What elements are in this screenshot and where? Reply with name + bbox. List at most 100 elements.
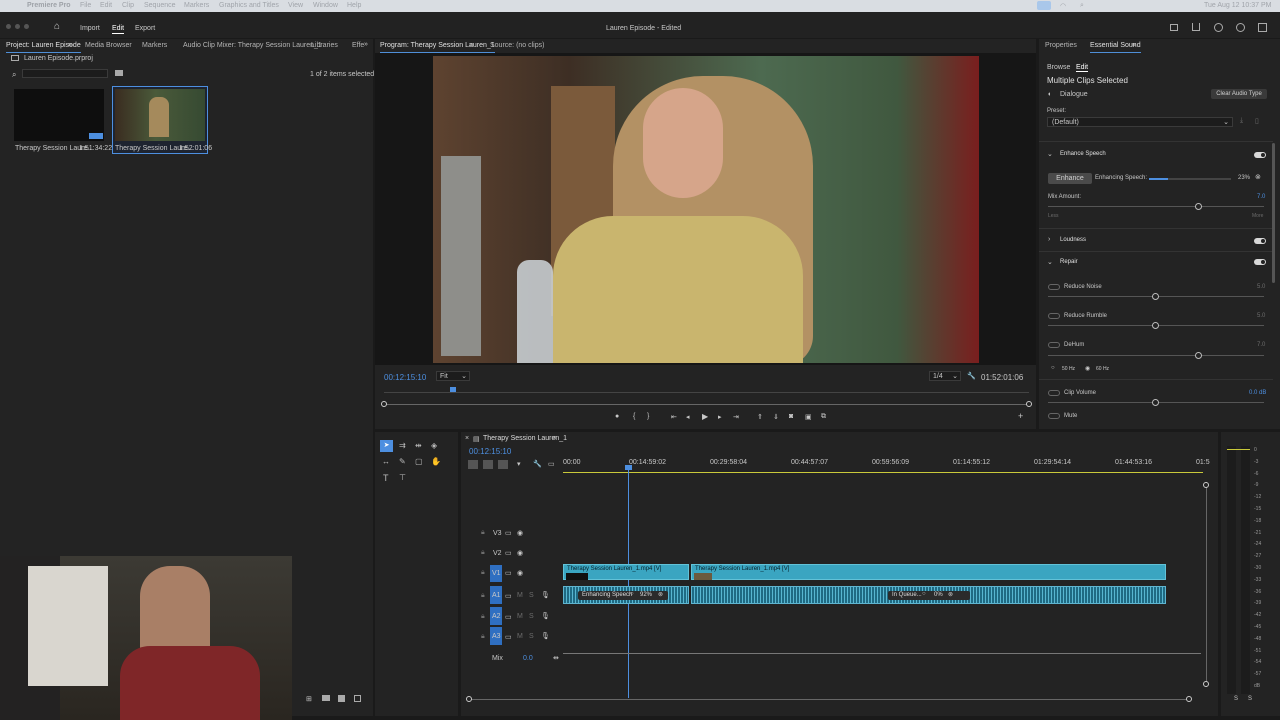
zoom-select[interactable]: Fit ⌄	[436, 371, 470, 381]
mic-icon[interactable]: 🎙︎	[541, 612, 550, 620]
scroll-handle-right[interactable]	[1026, 401, 1032, 407]
sync-lock-icon[interactable]: ▭	[505, 633, 512, 641]
rectangle-tool-icon[interactable]: ▢	[415, 457, 423, 466]
tab-program[interactable]: Program: Therapy Session Lauren_1	[380, 39, 495, 53]
menu-help[interactable]: Help	[347, 2, 361, 9]
menu-graphics[interactable]: Graphics and Titles	[219, 2, 279, 9]
mute-m-icon[interactable]: M	[517, 592, 523, 599]
sync-lock-icon[interactable]: ▭	[505, 549, 512, 557]
menu-window[interactable]: Window	[313, 2, 338, 9]
mix-expand-icon[interactable]: ⇹	[553, 654, 559, 662]
play-icon[interactable]: ▶	[702, 412, 708, 421]
mark-in-icon[interactable]: {	[633, 413, 635, 420]
lock-icon[interactable]: 🔒︎	[481, 569, 485, 577]
program-timecode[interactable]: 00:12:15:10	[384, 373, 426, 382]
app-menu[interactable]: Premiere Pro	[27, 2, 71, 9]
reduce-rumble-value[interactable]: 5.0	[1257, 313, 1265, 319]
menu-edit[interactable]: Edit	[100, 2, 112, 9]
cancel-icon[interactable]: ⊗	[948, 591, 953, 598]
mute-m-icon[interactable]: M	[517, 633, 523, 640]
enhance-speech-header[interactable]: Enhance Speech	[1060, 151, 1106, 157]
tab-source[interactable]: Source: (no clips)	[490, 39, 544, 53]
slider-knob[interactable]	[1195, 203, 1203, 210]
add-marker-icon[interactable]: ▾	[517, 460, 521, 468]
tab-edit[interactable]: Edit	[112, 25, 125, 34]
lock-icon[interactable]: 🔒︎	[481, 549, 485, 557]
close-window-icon[interactable]	[6, 24, 11, 29]
add-marker-icon[interactable]: ●	[615, 413, 619, 420]
solo-s-icon[interactable]: S	[529, 592, 534, 599]
mix-track-value[interactable]: 0.0	[523, 655, 533, 662]
monitor-ruler[interactable]	[384, 387, 1029, 393]
track-select-tool-icon[interactable]: ⇉	[399, 441, 406, 450]
pen-tool-icon[interactable]: ✎	[399, 457, 406, 466]
menu-markers[interactable]: Markers	[184, 2, 209, 9]
dehum-slider[interactable]	[1048, 352, 1264, 359]
wifi-icon[interactable]: ◠	[1060, 2, 1066, 10]
reduce-noise-slider[interactable]	[1048, 293, 1264, 300]
menu-file[interactable]: File	[80, 2, 91, 9]
panel-scrollbar[interactable]	[1272, 143, 1275, 283]
slip-tool-icon[interactable]: ↔	[382, 457, 390, 466]
scroll-handle-bottom[interactable]	[1203, 681, 1209, 687]
solo-left-label[interactable]: S	[1234, 696, 1238, 702]
playhead[interactable]	[628, 466, 629, 698]
progress-icon[interactable]	[1214, 23, 1223, 32]
nest-toggle-icon[interactable]	[468, 460, 478, 469]
tab-import[interactable]: Import	[80, 25, 100, 32]
clear-audio-type-button[interactable]: Clear Audio Type	[1211, 89, 1267, 99]
share-icon[interactable]	[1192, 23, 1200, 31]
menu-view[interactable]: View	[288, 2, 303, 9]
slider-knob[interactable]	[1152, 322, 1159, 329]
preset-select[interactable]: (Default) ⌄	[1047, 117, 1233, 127]
reduce-rumble-toggle[interactable]	[1048, 313, 1060, 319]
repair-toggle[interactable]	[1254, 259, 1266, 265]
lock-icon[interactable]: 🔒︎	[481, 529, 485, 537]
scroll-handle-left[interactable]	[381, 401, 387, 407]
playhead-handle[interactable]	[625, 465, 632, 470]
export-frame-icon[interactable]: ◙	[789, 413, 793, 420]
trash-icon[interactable]	[354, 695, 361, 702]
proxy-toggle-icon[interactable]: ⧉	[821, 413, 826, 421]
help-icon[interactable]	[1236, 23, 1245, 32]
search-icon[interactable]: ⌕	[1080, 2, 1084, 10]
audio-clip-2[interactable]: In Queue... ○ 0% ⊗	[691, 586, 1166, 604]
solo-s-icon[interactable]: S	[529, 613, 534, 620]
go-to-in-icon[interactable]: ⇤	[671, 413, 677, 421]
settings-wrench-icon[interactable]: 🔧	[967, 372, 976, 380]
scroll-handle-right[interactable]	[1186, 696, 1192, 702]
menu-clip[interactable]: Clip	[122, 2, 134, 9]
eye-icon[interactable]: ◉	[517, 549, 523, 557]
video-clip-2[interactable]: Therapy Session Lauren_1.mp4 [V]	[691, 564, 1166, 580]
reduce-rumble-slider[interactable]	[1048, 322, 1264, 329]
resolution-select[interactable]: 1/4 ⌄	[929, 371, 961, 381]
chevron-down-icon[interactable]: ⌄	[1047, 258, 1053, 266]
radio-60hz-icon[interactable]: ◉	[1085, 365, 1090, 372]
reduce-noise-value[interactable]: 5.0	[1257, 284, 1265, 290]
go-to-out-icon[interactable]: ⇥	[733, 413, 739, 421]
sync-lock-icon[interactable]: ▭	[505, 592, 512, 600]
chevron-down-icon[interactable]: ⌄	[1047, 150, 1053, 158]
program-menu-icon[interactable]: ≡	[469, 42, 473, 49]
mic-icon[interactable]: 🎙︎	[541, 591, 550, 599]
razor-tool-icon[interactable]: ◈	[431, 441, 437, 450]
type-tool-icon[interactable]: T	[383, 473, 389, 483]
mic-icon[interactable]: 🎙︎	[541, 632, 550, 640]
timeline-settings-icon[interactable]: 🔧	[533, 460, 542, 468]
linked-selection-icon[interactable]	[498, 460, 508, 469]
solo-right-label[interactable]: S	[1248, 696, 1252, 702]
solo-s-icon[interactable]: S	[529, 633, 534, 640]
vertical-scrollbar[interactable]	[1203, 482, 1209, 687]
loudness-toggle[interactable]	[1254, 238, 1266, 244]
slider-knob[interactable]	[1195, 352, 1203, 359]
enhance-speech-toggle[interactable]	[1254, 152, 1266, 158]
lock-icon[interactable]: 🔒︎	[481, 633, 485, 641]
project-search-input[interactable]	[22, 69, 108, 78]
timeline-timecode[interactable]: 00:12:15:10	[469, 447, 511, 456]
dehum-value[interactable]: 7.0	[1257, 342, 1265, 348]
slider-knob[interactable]	[1152, 399, 1159, 406]
home-icon[interactable]: ⌂	[54, 21, 60, 32]
enhance-button[interactable]: Enhance	[1048, 173, 1092, 184]
tab-markers[interactable]: Markers	[142, 39, 167, 53]
zoom-window-icon[interactable]	[24, 24, 29, 29]
